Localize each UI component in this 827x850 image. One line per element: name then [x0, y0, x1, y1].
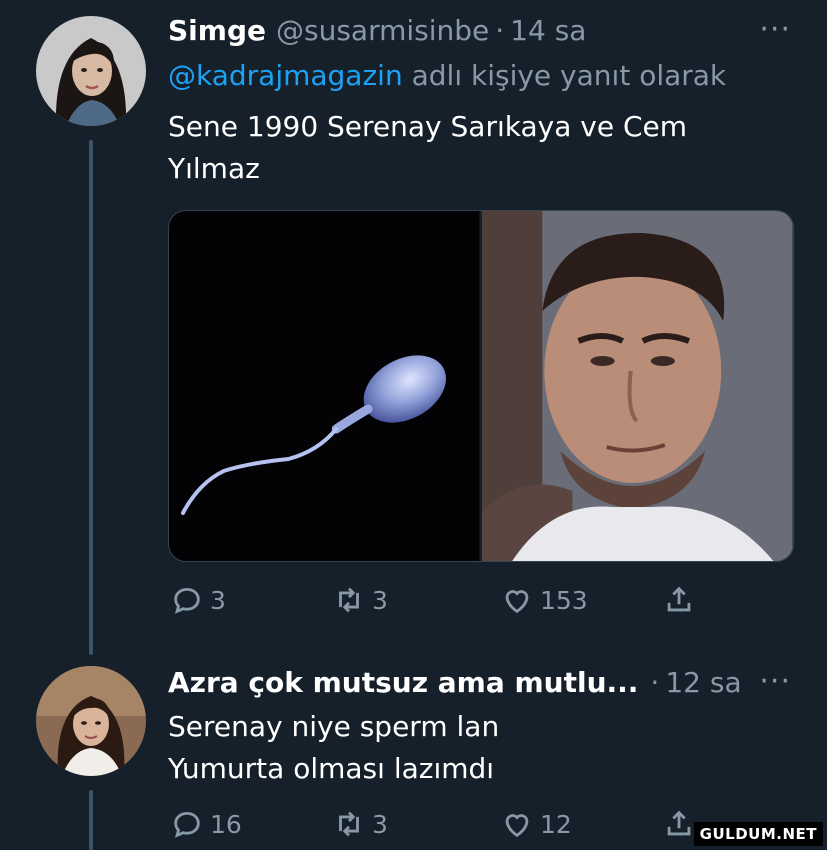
meta-separator: ·: [650, 666, 660, 699]
retweet-button[interactable]: 3: [332, 583, 388, 617]
tweet-text-line: Serenay niye sperm lan: [168, 710, 500, 743]
retweet-button[interactable]: 3: [332, 807, 388, 841]
thread-connector-line: [89, 790, 93, 850]
retweet-count: 3: [372, 809, 388, 839]
reply-icon: [174, 811, 200, 838]
twitter-thread-page: Simge @susarmisinbe · 14 sa ··· @kadrajm…: [0, 0, 827, 850]
more-dots-icon[interactable]: ···: [759, 12, 791, 47]
reply-context: @kadrajmagazin adlı kişiye yanıt olarak: [168, 54, 797, 98]
tweet-media-grid[interactable]: [168, 210, 794, 562]
avatar-simge[interactable]: [36, 16, 146, 126]
more-dots-icon[interactable]: ···: [759, 664, 791, 699]
reply-count: 3: [210, 585, 226, 615]
tweet-actions: 16 3 12: [170, 804, 710, 844]
sperm-cell-image[interactable]: [169, 211, 480, 561]
reply-button[interactable]: 16: [170, 807, 242, 841]
tweet-header: Azra çok mutsuz ama mutlu... · 12 sa: [168, 660, 797, 706]
meta-separator: ·: [495, 14, 505, 47]
tweet-time[interactable]: 14 sa: [510, 8, 586, 54]
reply-icon: [174, 587, 200, 614]
tweet-text: Sene 1990 Serenay Sarıkaya ve Cem Yılmaz: [168, 106, 748, 190]
display-name[interactable]: Azra çok mutsuz ama mutlu...: [168, 660, 638, 706]
man-portrait-image[interactable]: [482, 211, 793, 561]
tweet-actions: 3 3 153: [170, 580, 710, 620]
heart-icon: [505, 814, 529, 838]
thread-connector-line: [89, 140, 93, 655]
tweet-text-line: Sene 1990 Serenay Sarıkaya ve Cem: [168, 110, 688, 143]
heart-icon: [505, 590, 529, 614]
share-button[interactable]: [662, 807, 696, 841]
reply-count: 16: [210, 809, 242, 839]
tweet-header: Simge @susarmisinbe · 14 sa: [168, 8, 797, 54]
retweet-count: 3: [372, 585, 388, 615]
like-button[interactable]: 153: [500, 583, 588, 617]
tweet-text-line: Yumurta olması lazımdı: [168, 752, 495, 785]
share-icon: [667, 586, 691, 612]
share-button[interactable]: [662, 583, 696, 617]
handle[interactable]: @susarmisinbe: [276, 8, 489, 54]
tweet-azra[interactable]: Azra çok mutsuz ama mutlu... · 12 sa ···…: [168, 660, 797, 790]
tweet-simge[interactable]: Simge @susarmisinbe · 14 sa ··· @kadrajm…: [168, 8, 797, 190]
like-button[interactable]: 12: [500, 807, 572, 841]
reply-context-label: adlı kişiye yanıt olarak: [411, 59, 727, 92]
tweet-text: Serenay niye sperm lan Yumurta olması la…: [168, 706, 748, 790]
watermark-logo: GULDUM.NET: [693, 822, 823, 846]
tweet-text-line: Yılmaz: [168, 152, 260, 185]
avatar-azra[interactable]: [36, 666, 146, 776]
share-icon: [667, 810, 691, 836]
display-name[interactable]: Simge: [168, 8, 266, 54]
reply-button[interactable]: 3: [170, 583, 226, 617]
retweet-icon: [339, 811, 359, 837]
retweet-icon: [339, 587, 359, 613]
like-count: 153: [540, 585, 588, 615]
mention-link[interactable]: @kadrajmagazin: [168, 59, 403, 92]
like-count: 12: [540, 809, 572, 839]
tweet-time[interactable]: 12 sa: [665, 660, 741, 706]
